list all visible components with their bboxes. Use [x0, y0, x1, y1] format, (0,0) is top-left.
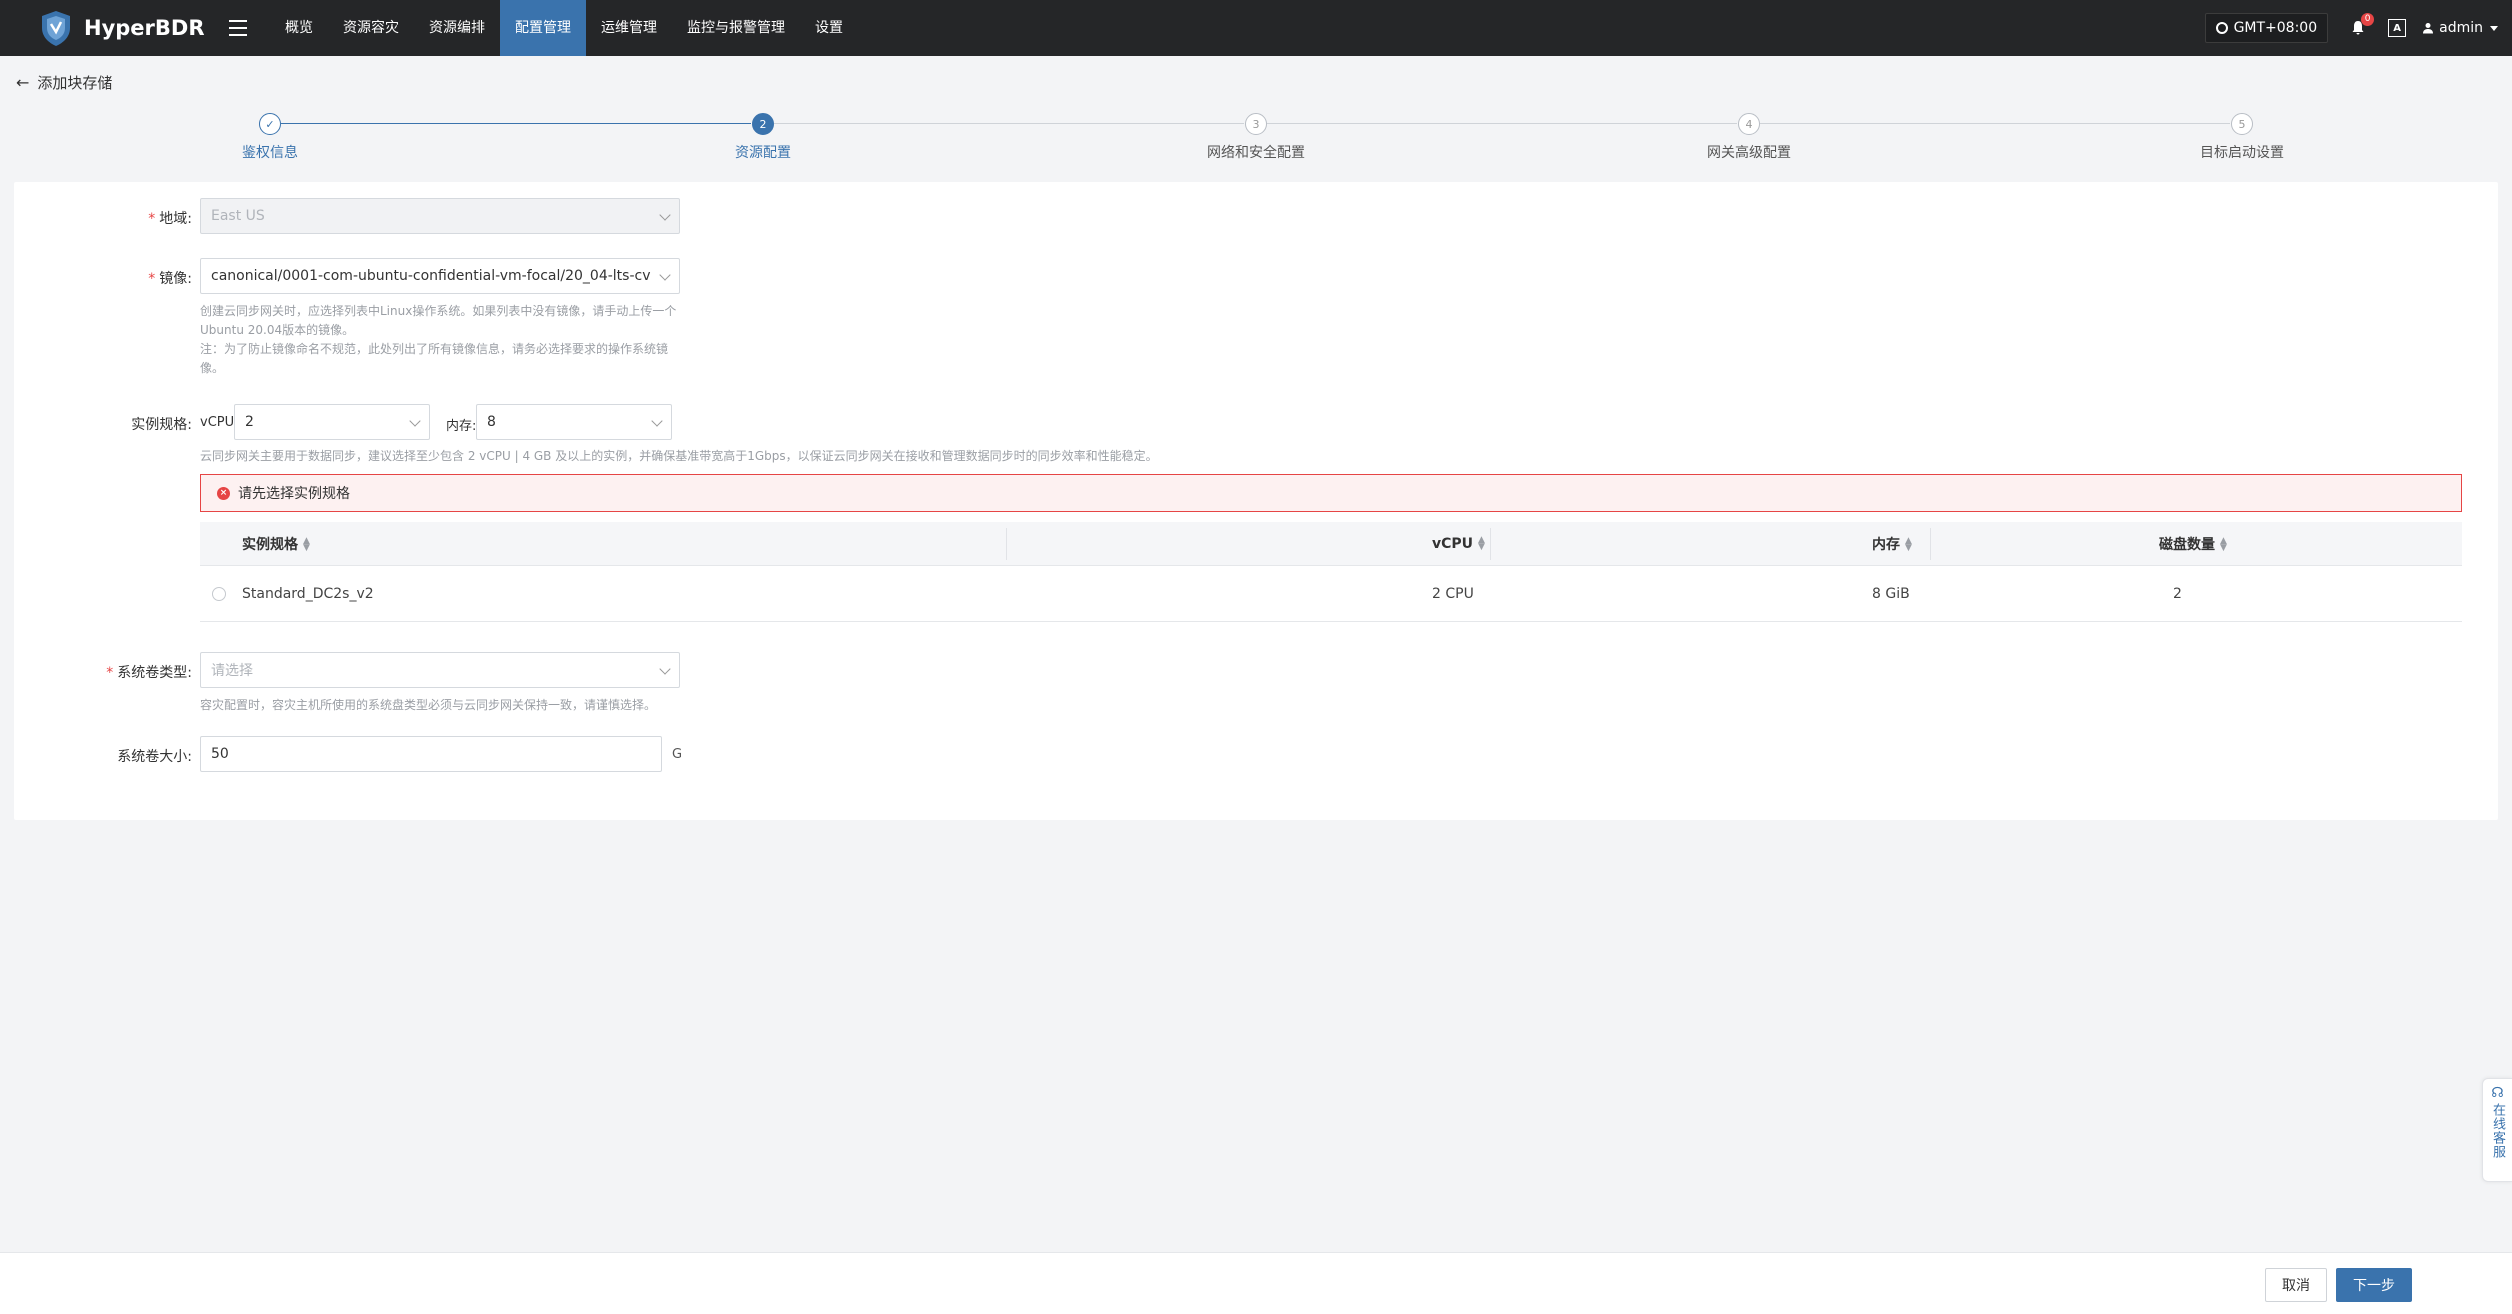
timezone-button[interactable]: GMT+08:00 [2204, 13, 2329, 43]
timezone-label: GMT+08:00 [2233, 20, 2318, 36]
step-connector-3 [1267, 123, 1737, 124]
chevron-down-icon [659, 209, 671, 221]
table-row[interactable]: Standard_DC2s_v2 2 CPU 8 GiB 2 [200, 566, 2462, 622]
cell-vcpu: 2 CPU [1432, 585, 1474, 602]
caret-down-icon [2490, 25, 2498, 31]
nav-config-management[interactable]: 配置管理 [500, 0, 586, 56]
menu-toggle-icon[interactable] [220, 10, 256, 46]
sysdisk-type-hint: 容灾配置时，容灾主机所使用的系统盘类型必须与云同步网关保持一致，请谨慎选择。 [200, 698, 657, 712]
top-navbar: HyperBDR 概览 资源容灾 资源编排 配置管理 运维管理 监控与报警管理 … [0, 0, 2512, 56]
col-divider [1490, 528, 1491, 560]
col-divider [1006, 528, 1007, 560]
memory-label: 内存: [446, 419, 477, 434]
arrow-left-icon: ← [16, 73, 30, 92]
form-panel: * 地域: East US * 镜像: canonical/0001-com-ubu… [14, 182, 2498, 820]
step-4-label: 网关高级配置 [1707, 145, 1791, 161]
col-header-memory[interactable]: 内存 ▲ ▼ [1872, 534, 1912, 554]
chevron-down-icon [409, 415, 421, 427]
step-5-label: 目标启动设置 [2200, 145, 2284, 161]
language-icon[interactable]: A [2388, 19, 2407, 37]
nav-resource-orchestration[interactable]: 资源编排 [414, 0, 500, 56]
nav-monitoring-alerts[interactable]: 监控与报警管理 [672, 0, 800, 56]
online-service-label: 在线客服 [2490, 1103, 2505, 1159]
footer-bar: 取消 下一步 [0, 1252, 2512, 1314]
wizard-steps: ✓ 2 3 4 5 鉴权信息 资源配置 网络和安全配置 网关高级配置 目标启动设… [0, 110, 2512, 170]
app-logo[interactable]: HyperBDR [36, 8, 206, 48]
next-step-button[interactable]: 下一步 [2336, 1268, 2412, 1302]
user-menu[interactable]: admin [2422, 20, 2498, 36]
error-alert: × 请先选择实例规格 [200, 474, 2462, 512]
step-5-number: 5 [2231, 113, 2253, 135]
step-2-label: 资源配置 [735, 145, 791, 161]
region-value: East US [211, 208, 265, 224]
step-3-number: 3 [1245, 113, 1267, 135]
app-name: HyperBDR [84, 16, 205, 40]
sysdisk-type-label: * 系统卷类型: [106, 665, 192, 681]
online-service-button[interactable]: ☊ 在线客服 [2482, 1078, 2512, 1182]
sysdisk-size-label: 系统卷大小: [117, 749, 192, 765]
close-circle-icon: × [217, 486, 230, 500]
cell-memory: 8 GiB [1872, 585, 1910, 602]
nav-ops-management[interactable]: 运维管理 [586, 0, 672, 56]
chevron-down-icon [659, 269, 671, 281]
step-3-label: 网络和安全配置 [1207, 145, 1305, 161]
user-name: admin [2439, 20, 2483, 36]
vcpu-select[interactable]: 2 [234, 404, 430, 440]
image-hint: 创建云同步网关时，应选择列表中Linux操作系统。如果列表中没有镜像，请手动上传… [200, 304, 677, 375]
image-value: canonical/0001-com-ubuntu-confidential-v… [211, 268, 651, 284]
image-label: * 镜像: [148, 271, 192, 287]
step-2-number: 2 [752, 113, 774, 135]
sysdisk-type-select[interactable]: 请选择 [200, 652, 680, 688]
nav-resource-dr[interactable]: 资源容灾 [328, 0, 414, 56]
step-1-label: 鉴权信息 [242, 145, 298, 161]
alert-text: 请先选择实例规格 [238, 486, 350, 502]
memory-select[interactable]: 8 [476, 404, 672, 440]
instance-table: 实例规格 ▲ ▼ vCPU ▲ ▼ 内存 ▲ ▼ 磁盘数量 ▲ ▼ Standard_DC2s_… [200, 522, 2462, 622]
vcpu-label: vCPU: [200, 415, 239, 430]
sysdisk-type-placeholder: 请选择 [211, 663, 253, 679]
sysdisk-size-unit: G [672, 747, 683, 762]
col-header-disks[interactable]: 磁盘数量 ▲ ▼ [2159, 534, 2227, 554]
step-1-check-icon: ✓ [259, 113, 281, 135]
sort-icon: ▲ ▼ [2220, 535, 2227, 553]
notification-badge: 0 [2361, 13, 2375, 26]
cell-spec: Standard_DC2s_v2 [242, 585, 374, 602]
step-connector-1 [281, 123, 751, 124]
region-label: * 地域: [148, 211, 192, 227]
headset-icon: ☊ [2491, 1085, 2504, 1101]
notification-button[interactable]: 0 [2346, 13, 2375, 40]
instance-spec-label: 实例规格: [131, 417, 192, 433]
page-title: 添加块存储 [37, 74, 113, 92]
step-connector-2 [774, 123, 1244, 124]
sysdisk-size-input[interactable]: 50 [200, 736, 662, 772]
sort-icon: ▲ ▼ [303, 535, 310, 553]
table-header: 实例规格 ▲ ▼ vCPU ▲ ▼ 内存 ▲ ▼ 磁盘数量 ▲ ▼ [200, 522, 2462, 566]
instance-hint: 云同步网关主要用于数据同步，建议选择至少包含 2 vCPU | 4 GB 及以上… [200, 449, 1158, 463]
step-connector-4 [1760, 123, 2230, 124]
sort-icon: ▲ ▼ [1905, 535, 1912, 553]
vcpu-value: 2 [245, 414, 254, 430]
shield-logo-icon [42, 11, 70, 46]
step-4-number: 4 [1738, 113, 1760, 135]
nav-overview[interactable]: 概览 [270, 0, 328, 56]
col-divider [1930, 528, 1931, 560]
col-header-vcpu[interactable]: vCPU ▲ ▼ [1432, 534, 1485, 552]
user-icon [2423, 23, 2434, 34]
cancel-button[interactable]: 取消 [2265, 1268, 2327, 1302]
image-select[interactable]: canonical/0001-com-ubuntu-confidential-v… [200, 258, 680, 294]
top-right-tools: GMT+08:00 0 A admin [2204, 0, 2512, 56]
sort-icon: ▲ ▼ [1478, 534, 1485, 552]
row-radio[interactable] [212, 586, 226, 601]
cell-disks: 2 [2173, 585, 2182, 602]
main-nav: 概览 资源容灾 资源编排 配置管理 运维管理 监控与报警管理 设置 [270, 0, 858, 56]
clock-icon [2215, 22, 2228, 34]
col-header-spec[interactable]: 实例规格 ▲ ▼ [242, 534, 310, 554]
region-select[interactable]: East US [200, 198, 680, 234]
chevron-down-icon [651, 415, 663, 427]
back-link[interactable]: ← 添加块存储 [16, 72, 112, 93]
chevron-down-icon [659, 663, 671, 675]
nav-settings[interactable]: 设置 [800, 0, 858, 56]
memory-value: 8 [487, 414, 496, 430]
